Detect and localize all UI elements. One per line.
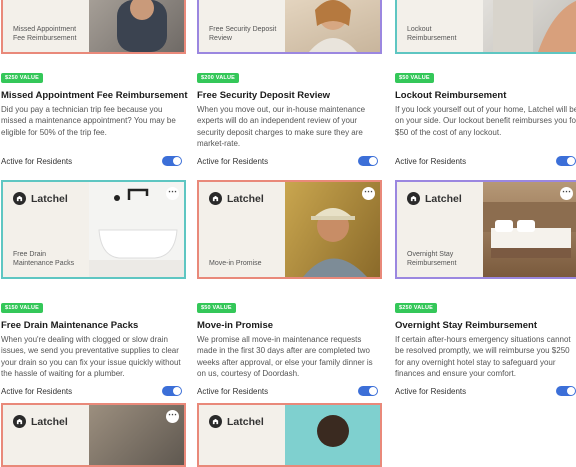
thumbnail-caption: Free Security Deposit Review (209, 26, 277, 42)
benefit-card-security-deposit[interactable]: Free Security Deposit Review $200 VALUE … (197, 0, 382, 169)
status-label: Active for Residents (395, 157, 467, 166)
benefit-card-overnight-stay[interactable]: Latchel ⋯ Overnight Stay Reimbursement $… (395, 180, 576, 399)
latchel-logo: Latchel (407, 192, 462, 205)
active-toggle[interactable] (556, 156, 576, 166)
active-toggle[interactable] (556, 386, 576, 396)
benefit-card-drain-packs[interactable]: Latchel ⋯ Free Drain Maintenance Packs $… (1, 180, 186, 399)
benefit-card-row3-a[interactable]: Latchel ⋯ (1, 403, 186, 467)
card-title: Overnight Stay Reimbursement (395, 320, 538, 331)
resident-photo (285, 0, 380, 52)
card-thumbnail[interactable]: Latchel ⋯ Free Drain Maintenance Packs (1, 180, 186, 279)
card-thumbnail[interactable]: Free Security Deposit Review (197, 0, 382, 54)
more-options-icon[interactable]: ⋯ (362, 187, 375, 200)
card-description: If you lock yourself out of your home, L… (395, 105, 576, 137)
more-options-icon[interactable]: ⋯ (560, 187, 573, 200)
latchel-logo-icon (209, 415, 222, 428)
card-title: Free Security Deposit Review (197, 90, 331, 101)
card-description: If certain after-hours emergency situati… (395, 335, 571, 379)
thumbnail-caption: Lockout Reimbursement (407, 26, 457, 42)
card-thumbnail[interactable]: Latchel ⋯ Overnight Stay Reimbursement (395, 180, 576, 279)
latchel-logo-icon (209, 192, 222, 205)
benefit-card-move-in-promise[interactable]: Latchel ⋯ Move-in Promise $50 VALUE Move… (197, 180, 382, 399)
value-badge: $150 VALUE (1, 303, 43, 313)
thumbnail-caption: Missed Appointment Fee Reimbursement (13, 26, 77, 42)
benefit-card-lockout[interactable]: Lockout Reimbursement $50 VALUE Lockout … (395, 0, 576, 169)
value-badge: $50 VALUE (197, 303, 236, 313)
latchel-logo-icon (407, 192, 420, 205)
value-badge: $200 VALUE (197, 73, 239, 83)
card-description: When you're dealing with clogged or slow… (1, 335, 181, 379)
status-label: Active for Residents (1, 387, 73, 396)
status-label: Active for Residents (197, 387, 269, 396)
thumbnail-caption: Free Drain Maintenance Packs (13, 251, 75, 267)
card-title: Lockout Reimbursement (395, 90, 507, 101)
card-title: Missed Appointment Fee Reimbursement (1, 90, 188, 101)
card-title: Free Drain Maintenance Packs (1, 320, 139, 331)
card-title: Move-in Promise (197, 320, 274, 331)
benefit-card-row3-b[interactable]: Latchel (197, 403, 382, 467)
more-options-icon[interactable]: ⋯ (166, 410, 179, 423)
card-description: When you move out, our in-house maintena… (197, 105, 366, 149)
card-photo (285, 405, 380, 465)
value-badge: $250 VALUE (395, 303, 437, 313)
card-thumbnail[interactable]: Missed Appointment Fee Reimbursement (1, 0, 186, 54)
card-description: We promise all move-in maintenance reque… (197, 335, 373, 379)
value-badge: $50 VALUE (395, 73, 434, 83)
card-description: Did you pay a technician trip fee becaus… (1, 105, 176, 137)
door-photo (483, 0, 576, 52)
latchel-logo: Latchel (209, 192, 264, 205)
card-thumbnail[interactable]: Latchel ⋯ Move-in Promise (197, 180, 382, 279)
status-label: Active for Residents (395, 387, 467, 396)
active-toggle[interactable] (358, 156, 378, 166)
card-thumbnail[interactable]: Latchel ⋯ (1, 403, 186, 467)
value-badge: $250 VALUE (1, 73, 43, 83)
thumbnail-caption: Overnight Stay Reimbursement (407, 251, 457, 267)
thumbnail-caption: Move-in Promise (209, 260, 262, 267)
latchel-logo: Latchel (13, 192, 68, 205)
active-toggle[interactable] (162, 156, 182, 166)
latchel-logo: Latchel (209, 415, 264, 428)
benefit-card-missed-appointment[interactable]: Missed Appointment Fee Reimbursement $25… (1, 0, 188, 169)
latchel-logo-icon (13, 192, 26, 205)
technician-photo (89, 0, 184, 52)
status-label: Active for Residents (1, 157, 73, 166)
more-options-icon[interactable]: ⋯ (166, 187, 179, 200)
active-toggle[interactable] (358, 386, 378, 396)
status-label: Active for Residents (197, 157, 269, 166)
active-toggle[interactable] (162, 386, 182, 396)
card-thumbnail[interactable]: Latchel (197, 403, 382, 467)
latchel-logo-icon (13, 415, 26, 428)
card-thumbnail[interactable]: Lockout Reimbursement (395, 0, 576, 54)
latchel-logo: Latchel (13, 415, 68, 428)
